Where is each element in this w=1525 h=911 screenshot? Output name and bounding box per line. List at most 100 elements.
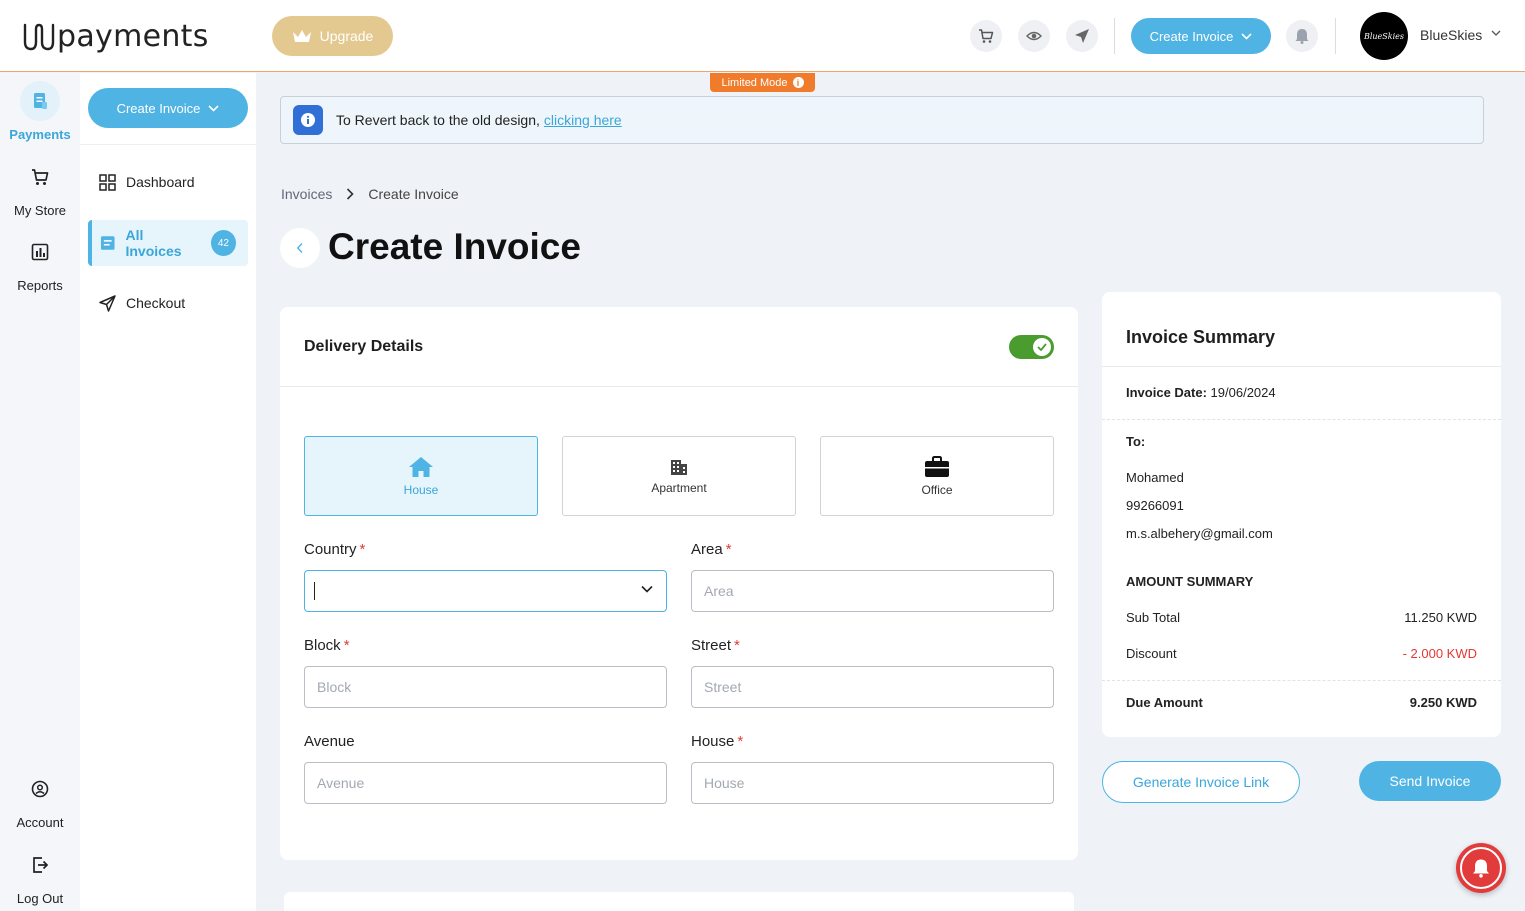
logout-icon	[33, 857, 49, 873]
house-input[interactable]	[691, 762, 1054, 804]
country-select[interactable]	[304, 570, 667, 612]
area-label-text: Area	[691, 541, 723, 558]
sidebar-item-label: Checkout	[126, 295, 186, 311]
invoice-icon	[34, 93, 47, 109]
area-label: Area *	[691, 541, 732, 558]
logo[interactable]: payments	[22, 18, 209, 54]
divider	[1114, 18, 1115, 54]
recipient-phone: 99266091	[1126, 498, 1184, 513]
rail-label-payments: Payments	[9, 127, 71, 142]
create-invoice-header-button[interactable]: Create Invoice	[1131, 18, 1271, 54]
avatar[interactable]: BlueSkies	[1360, 12, 1408, 60]
bell-icon	[1295, 29, 1309, 44]
send-button-top[interactable]	[1066, 20, 1098, 52]
required-mark: *	[737, 733, 744, 750]
avenue-label: Avenue	[304, 733, 355, 750]
breadcrumb-current: Create Invoice	[368, 186, 459, 202]
avenue-input[interactable]	[304, 762, 667, 804]
briefcase-icon	[925, 455, 949, 477]
rail-item-log-out[interactable]: Log Out	[0, 845, 80, 906]
country-label: Country *	[304, 541, 365, 558]
cart-icon	[979, 29, 994, 43]
delivery-type-label: House	[403, 482, 439, 497]
toggle-knob	[1033, 338, 1051, 356]
required-mark: *	[343, 637, 350, 654]
rail-item-account[interactable]: Account	[0, 769, 80, 830]
avatar-text: BlueSkies	[1363, 31, 1405, 41]
recipient-email: m.s.albehery@gmail.com	[1126, 526, 1273, 541]
create-invoice-header-label: Create Invoice	[1149, 28, 1234, 44]
delivery-type-label: Apartment	[651, 480, 707, 495]
block-label-text: Block	[304, 637, 341, 654]
rail-label-my-store: My Store	[13, 203, 66, 218]
preview-button[interactable]	[1018, 20, 1050, 52]
chevron-down-icon	[641, 585, 653, 593]
building-icon	[671, 459, 687, 475]
cart-button[interactable]	[970, 20, 1002, 52]
limited-mode-badge[interactable]: Limited Mode i	[710, 73, 815, 92]
revert-link[interactable]: clicking here	[544, 112, 622, 128]
block-input[interactable]	[304, 666, 667, 708]
delivery-details-title: Delivery Details	[304, 338, 424, 355]
sidebar-item-all-invoices[interactable]: All Invoices 42	[88, 220, 248, 266]
upgrade-button[interactable]: Upgrade	[272, 16, 393, 56]
discount-label: Discount	[1126, 646, 1177, 661]
rail-item-reports[interactable]: Reports	[0, 232, 80, 293]
sidebar-item-label: All Invoices	[125, 227, 182, 259]
due-amount-value: 9.250 KWD	[1409, 695, 1477, 710]
info-icon: i	[792, 77, 804, 88]
user-name[interactable]: BlueSkies	[1420, 27, 1482, 43]
fab-ring	[1460, 847, 1502, 889]
logo-text: payments	[57, 18, 209, 54]
logo-mark-icon	[23, 23, 55, 51]
country-label-text: Country	[304, 541, 357, 558]
sidebar-item-dashboard[interactable]: Dashboard	[88, 159, 248, 205]
chevron-down-icon[interactable]	[1491, 30, 1501, 36]
delivery-type-label: Office	[921, 482, 953, 497]
bell-icon	[1473, 859, 1489, 878]
rail-icon-wrap	[20, 157, 60, 197]
eye-icon	[1026, 31, 1042, 41]
text-cursor	[314, 582, 315, 600]
rail-icon-wrap	[20, 845, 60, 885]
paper-plane-icon	[1075, 29, 1089, 43]
avenue-label-text: Avenue	[304, 733, 355, 750]
chevron-down-icon	[1241, 32, 1252, 40]
cart-icon	[32, 169, 49, 185]
send-invoice-button[interactable]: Send Invoice	[1359, 761, 1501, 801]
card-header: Delivery Details	[280, 307, 1078, 387]
breadcrumb-invoices[interactable]: Invoices	[281, 186, 332, 202]
street-label: Street *	[691, 637, 740, 654]
chevron-down-icon	[208, 104, 219, 112]
back-button[interactable]	[280, 228, 320, 268]
delivery-toggle[interactable]	[1009, 335, 1054, 359]
divider	[80, 144, 256, 145]
street-input[interactable]	[691, 666, 1054, 708]
amount-summary-heading-text: AMOUNT SUMMARY	[1126, 574, 1254, 589]
rail-item-my-store[interactable]: My Store	[0, 157, 80, 218]
delivery-type-office[interactable]: Office	[820, 436, 1054, 516]
rail-icon-wrap	[20, 769, 60, 809]
notifications-button[interactable]	[1286, 20, 1318, 52]
invoice-date-label: Invoice Date:	[1126, 385, 1207, 400]
chart-icon	[31, 243, 49, 261]
house-icon	[409, 456, 433, 477]
rail-label-log-out: Log Out	[16, 891, 64, 906]
generate-invoice-link-button[interactable]: Generate Invoice Link	[1102, 761, 1300, 803]
due-amount-label: Due Amount	[1126, 695, 1203, 710]
rail-label-account: Account	[16, 815, 64, 830]
street-label-text: Street	[691, 637, 732, 654]
notification-fab[interactable]	[1456, 843, 1506, 893]
area-input[interactable]	[691, 570, 1054, 612]
to-label-text: To:	[1126, 434, 1146, 449]
due-amount-label-text: Due Amount	[1126, 695, 1203, 710]
divider	[1102, 680, 1501, 681]
rail-item-payments[interactable]: Payments	[0, 81, 80, 142]
invoice-summary-card: Invoice Summary Invoice Date: 19/06/2024…	[1102, 292, 1501, 737]
subtotal-label: Sub Total	[1126, 610, 1180, 625]
discount-value: - 2.000 KWD	[1402, 646, 1477, 661]
create-invoice-sidebar-button[interactable]: Create Invoice	[88, 88, 248, 128]
delivery-type-apartment[interactable]: Apartment	[562, 436, 796, 516]
delivery-type-house[interactable]: House	[304, 436, 538, 516]
sidebar-item-checkout[interactable]: Checkout	[88, 280, 248, 326]
